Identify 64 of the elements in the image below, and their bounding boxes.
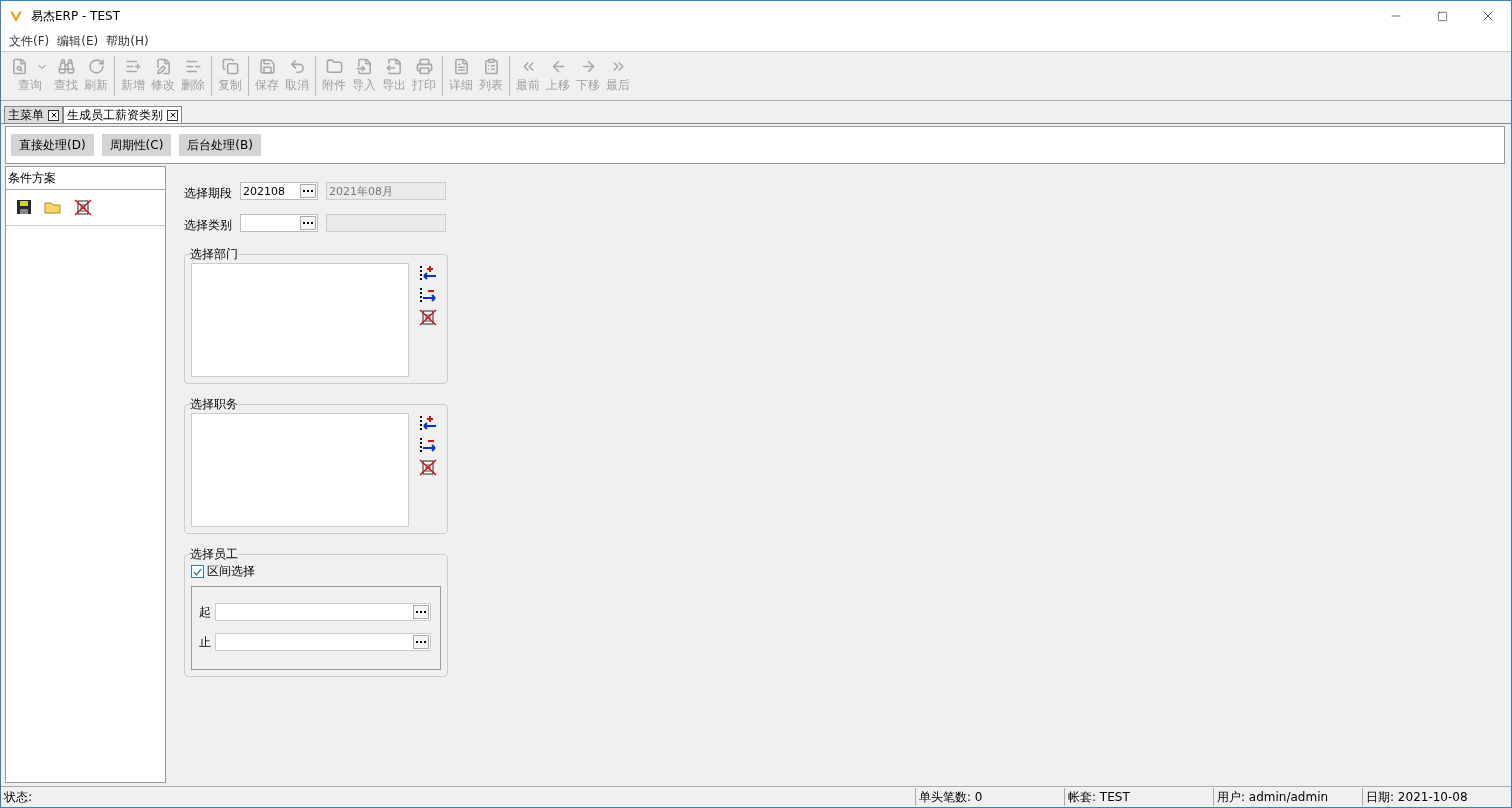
process-button[interactable]: 周期性(C) [101, 134, 172, 156]
field-label: 止 [199, 634, 211, 651]
delete-icon[interactable] [74, 199, 92, 216]
ellipsis-icon [416, 640, 426, 644]
binoculars-icon [57, 58, 75, 75]
refresh-icon [87, 58, 105, 75]
clear-icon[interactable] [419, 309, 437, 326]
field-label: 起 [199, 604, 211, 621]
process-button[interactable]: 后台处理(B) [179, 134, 261, 156]
edit-document-icon [154, 58, 172, 75]
clear-icon[interactable] [419, 459, 437, 476]
ellipsis-icon [416, 610, 426, 614]
close-icon[interactable] [167, 109, 178, 121]
field-label: 选择期段 [184, 185, 233, 202]
employee-field[interactable] [215, 603, 431, 621]
document-tab[interactable]: 生成员工薪资类别 [63, 106, 182, 123]
maximize-icon [1436, 10, 1448, 22]
document-tab[interactable]: 主菜单 [4, 106, 63, 123]
group-title: 选择员工 [190, 546, 238, 563]
list-minus-icon [184, 58, 202, 75]
panel-title: 条件方案 [6, 167, 165, 190]
check-icon [193, 567, 202, 576]
save-icon[interactable] [16, 199, 32, 215]
browse-button[interactable] [413, 605, 429, 619]
group-title: 选择部门 [190, 246, 238, 263]
window-title: 易杰ERP - TEST [31, 7, 121, 25]
ellipsis-icon [303, 189, 313, 193]
clipboard-list-icon [482, 58, 500, 75]
browse-button[interactable] [300, 184, 316, 198]
period-display-field: 2021年08月 [326, 182, 446, 200]
browse-button[interactable] [413, 635, 429, 649]
close-icon[interactable] [48, 109, 59, 121]
ellipsis-icon [303, 221, 313, 225]
folder-icon [325, 58, 343, 75]
export-icon [385, 58, 403, 75]
field-label: 选择类别 [184, 217, 233, 234]
document-icon [452, 58, 470, 75]
menu-item[interactable]: 帮助(H) [102, 32, 153, 50]
status-cell: 日期: 2021-10-08 [1362, 788, 1511, 806]
copy-icon [221, 58, 239, 75]
employee-field[interactable] [215, 633, 431, 651]
group-title: 选择职务 [190, 396, 238, 413]
list-plus-icon [124, 58, 142, 75]
status-cell: 帐套: TEST [1064, 788, 1213, 806]
save-icon [258, 58, 276, 75]
menu-item[interactable]: 文件(F) [5, 32, 54, 50]
category-field[interactable] [240, 214, 318, 232]
add-item-icon[interactable] [419, 265, 437, 281]
browse-button[interactable] [300, 216, 316, 230]
status-text: 状态: [3, 788, 34, 806]
app-logo-icon [9, 9, 23, 23]
process-button[interactable]: 直接处理(D) [11, 134, 94, 156]
import-icon [355, 58, 373, 75]
remove-item-icon[interactable] [419, 287, 437, 303]
menu-item[interactable]: 编辑(E) [53, 32, 103, 50]
status-cell: 单头笔数: 0 [915, 788, 1064, 806]
range-checkbox[interactable]: 区间选择 [191, 563, 441, 580]
status-cell: 用户: admin/admin [1213, 788, 1362, 806]
period-field[interactable]: 202108 [240, 182, 318, 200]
document-search-icon [11, 58, 28, 75]
remove-item-icon[interactable] [419, 437, 437, 453]
printer-icon [415, 58, 433, 75]
add-item-icon[interactable] [419, 415, 437, 431]
undo-icon [288, 58, 306, 75]
